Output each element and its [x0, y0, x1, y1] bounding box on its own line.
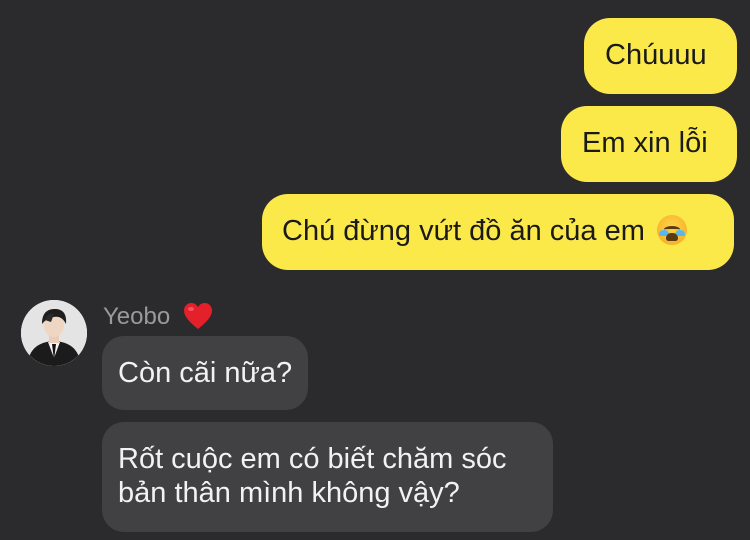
message-text: Còn cãi nữa? [118, 357, 293, 389]
outgoing-message[interactable]: Chú đừng vứt đồ ăn của em [262, 194, 734, 270]
contact-avatar[interactable] [21, 300, 87, 366]
chat-thread: Chúuuu Em xin lỗi Chú đừng vứt đồ ăn của… [0, 0, 750, 540]
message-text: Em xin lỗi [582, 127, 708, 159]
sender-name-text: Yeobo [103, 303, 171, 330]
message-text: Chúuuu [605, 39, 707, 71]
sender-name: Yeobo [103, 302, 213, 331]
incoming-message[interactable]: Rốt cuộc em có biết chăm sóc bản thân mì… [102, 422, 553, 532]
message-text: Chú đừng vứt đồ ăn của em [282, 215, 645, 247]
message-text-line: Rốt cuộc em có biết chăm sóc [118, 443, 507, 475]
message-text-line: bản thân mình không vậy? [118, 477, 460, 509]
incoming-message[interactable]: Còn cãi nữa? [102, 336, 308, 410]
outgoing-message[interactable]: Chúuuu [584, 18, 737, 94]
outgoing-message[interactable]: Em xin lỗi [561, 106, 737, 182]
red-heart-icon [183, 303, 212, 329]
avatar-photo [21, 300, 87, 366]
loudly-crying-face-emoji [656, 215, 687, 245]
